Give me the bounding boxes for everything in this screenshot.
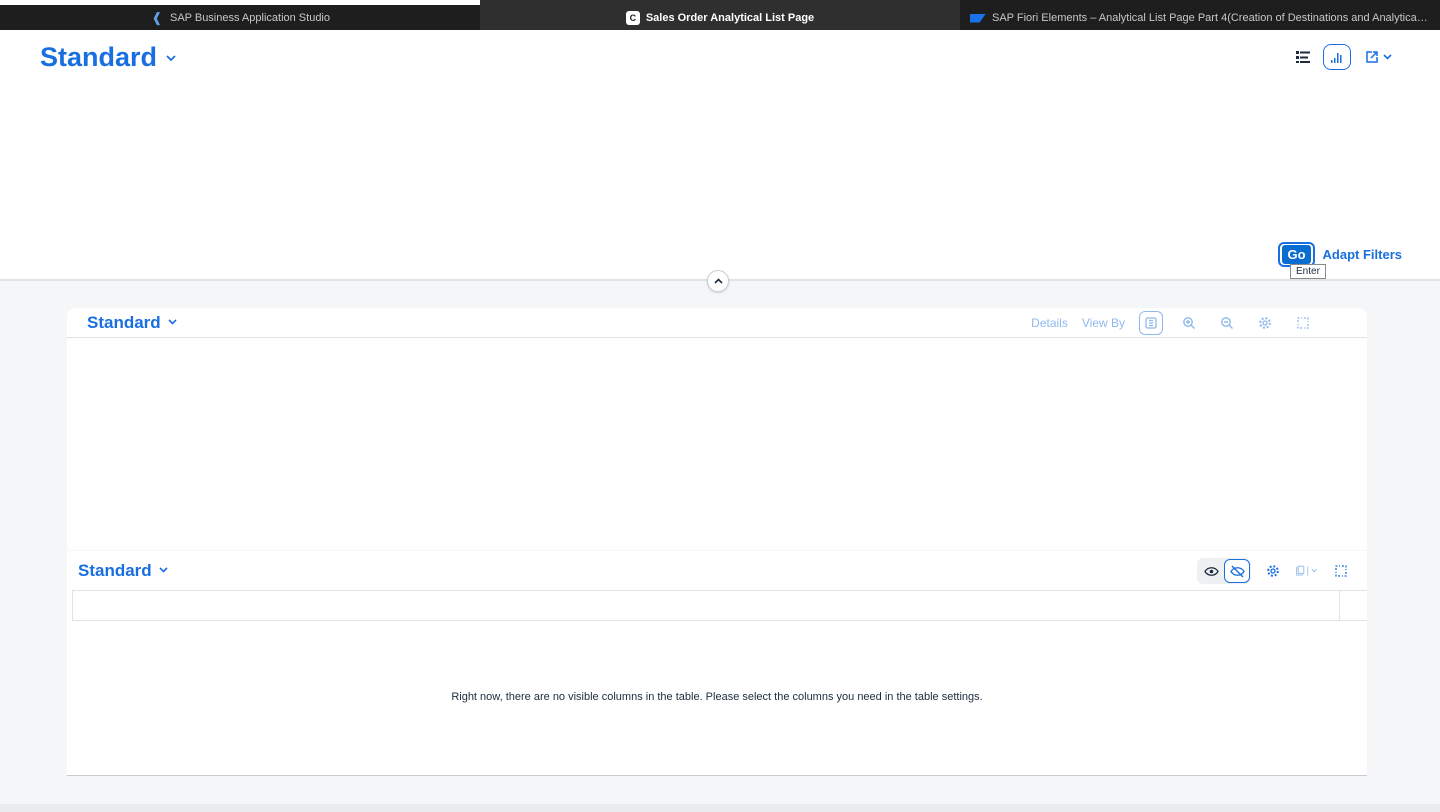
chevron-up-icon (713, 278, 723, 284)
chart-settings-button[interactable] (1253, 311, 1277, 335)
tab-title: SAP Fiori Elements – Analytical List Pag… (992, 12, 1430, 24)
chevron-down-icon (166, 51, 176, 65)
table-fullscreen-button[interactable] (1329, 559, 1353, 583)
table-container: Standard Right now, there are no visible… (67, 551, 1367, 776)
page-variant-selector[interactable]: Standard (40, 42, 176, 73)
fullscreen-icon (1297, 317, 1309, 329)
view-by-button[interactable]: View By (1082, 316, 1125, 330)
header-actions (1289, 44, 1392, 70)
eye-icon (1203, 566, 1219, 576)
chart-type-button[interactable] (1139, 311, 1163, 335)
table-tools (1197, 558, 1353, 584)
sap-logo-icon (970, 13, 986, 23)
no-data-message: Right now, there are no visible columns … (451, 691, 983, 703)
page-footer-strip (0, 804, 1440, 812)
chart-fullscreen-button[interactable] (1291, 311, 1315, 335)
eye-slash-icon (1229, 565, 1245, 577)
browser-tab-sap-blog[interactable]: SAP Fiori Elements – Analytical List Pag… (960, 0, 1440, 30)
chart-variant-label: Standard (87, 312, 161, 332)
export-button[interactable] (1295, 559, 1319, 583)
go-label: Go (1282, 245, 1311, 264)
table-header-row (72, 590, 1367, 621)
zoom-in-button[interactable] (1177, 311, 1201, 335)
bar-chart-icon (1331, 53, 1342, 63)
browser-tab-sales-order[interactable]: C Sales Order Analytical List Page (480, 0, 960, 30)
share-icon (1366, 51, 1378, 63)
bas-icon: ❰ (151, 10, 163, 25)
table-settings-button[interactable] (1261, 559, 1285, 583)
table-header-end-cell (1339, 591, 1367, 620)
zoom-out-icon (1221, 317, 1233, 329)
zoom-in-icon (1183, 317, 1195, 329)
c-icon: C (625, 11, 640, 25)
browser-tab-bas[interactable]: ❰ SAP Business Application Studio (0, 0, 480, 30)
chart-variant-selector[interactable]: Standard (87, 313, 177, 333)
hide-details-button[interactable] (1224, 559, 1250, 583)
gear-icon (1267, 565, 1279, 577)
chevron-down-icon (1383, 54, 1392, 60)
share-button[interactable] (1365, 50, 1392, 64)
go-tooltip: Enter (1290, 264, 1326, 279)
gear-icon (1259, 317, 1271, 329)
tab-title: SAP Business Application Studio (169, 12, 330, 24)
chart-tools: Details View By (1031, 311, 1315, 335)
browser-tab-bar: ❰ SAP Business Application Studio C Sale… (0, 0, 1440, 30)
page-variant-label: Standard (40, 42, 158, 72)
show-details-button[interactable] (1198, 559, 1224, 583)
adapt-filters-button[interactable]: Adapt Filters (1323, 247, 1402, 262)
page-header: Standard Go Adapt Filters (0, 30, 1440, 279)
show-hide-details-toggle (1197, 558, 1251, 584)
filter-list-icon (1296, 51, 1310, 63)
table-variant-label: Standard (78, 560, 152, 580)
chart-type-icon (1145, 317, 1157, 329)
table-variant-selector[interactable]: Standard (78, 561, 168, 581)
zoom-out-button[interactable] (1215, 311, 1239, 335)
export-icon (1296, 565, 1317, 576)
details-button[interactable]: Details (1031, 316, 1068, 330)
chart-container: Standard Details View By (67, 308, 1367, 550)
collapse-header-button[interactable] (707, 270, 729, 292)
table-toolbar: Standard (67, 551, 1367, 590)
filter-bar-view-button[interactable] (1289, 44, 1317, 70)
chart-toolbar: Standard Details View By (67, 308, 1367, 338)
chevron-down-icon (168, 317, 177, 328)
tab-title: Sales Order Analytical List Page (645, 12, 815, 24)
fullscreen-icon (1335, 565, 1347, 577)
visual-filter-view-button[interactable] (1323, 44, 1351, 70)
chevron-down-icon (159, 565, 168, 576)
